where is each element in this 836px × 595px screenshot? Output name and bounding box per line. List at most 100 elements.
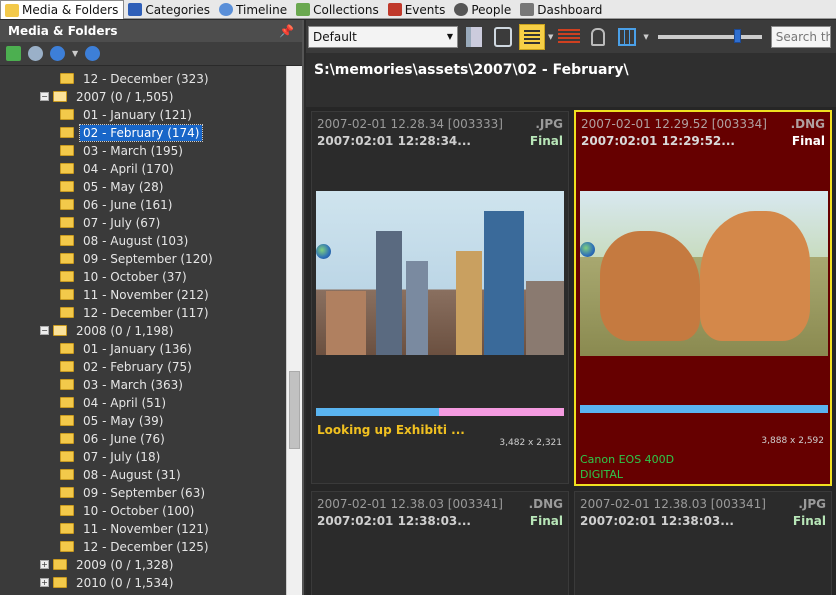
folder-icon (60, 73, 74, 84)
scrollbar-thumb[interactable] (289, 371, 300, 449)
photo-thumbnail[interactable] (316, 191, 564, 355)
folder-panel: Media & Folders 📌 ▼ 12 - December (323) −… (0, 20, 304, 595)
folder-icon (60, 415, 74, 426)
media-card[interactable]: 2007-02-01 12.28.34 [003333] .JPG 2007:0… (311, 111, 569, 484)
tab-categories[interactable]: Categories (124, 0, 215, 19)
tab-media-folders[interactable]: Media & Folders (0, 0, 125, 19)
capture-date: 2007:02:01 12:38:03... (580, 514, 734, 528)
tree-month-node[interactable]: 08 - August (103) (60, 232, 191, 249)
add-folder-icon[interactable] (6, 46, 21, 61)
chevron-down-icon[interactable]: ▼ (643, 33, 648, 41)
compare-button[interactable] (490, 24, 516, 50)
tree-node-label: 08 - August (31) (83, 467, 181, 482)
tree-month-node[interactable]: 06 - June (76) (60, 430, 168, 447)
tree-month-node[interactable]: 02 - February (75) (60, 358, 195, 375)
tree-month-node[interactable]: 08 - August (31) (60, 466, 184, 483)
tree-year-node[interactable]: +2010 (0 / 1,534) (40, 574, 176, 591)
color-stripes-icon (558, 28, 581, 45)
back-arrow-icon[interactable] (50, 46, 65, 61)
folder-icon (60, 217, 74, 228)
grid-view-button[interactable] (614, 24, 640, 50)
details-view-button[interactable] (519, 23, 545, 50)
tree-month-node[interactable]: 07 - July (67) (60, 214, 163, 231)
tree-month-node[interactable]: 12 - December (117) (60, 304, 212, 321)
folder-icon (60, 109, 74, 120)
tree-month-node[interactable]: 05 - May (28) (60, 178, 166, 195)
capture-date: 2007:02:01 12:28:34... (317, 134, 471, 148)
tree-scrollbar[interactable] (286, 66, 302, 595)
file-name: 2007-02-01 12.29.52 [003334] (581, 117, 767, 131)
tree-month-node[interactable]: 03 - March (363) (60, 376, 186, 393)
tree-month-node[interactable]: 06 - June (161) (60, 196, 175, 213)
tree-month-node[interactable]: 09 - September (120) (60, 250, 216, 267)
search-input[interactable]: Search the (770, 25, 831, 48)
tree-month-node[interactable]: 10 - October (100) (60, 502, 197, 519)
sort-select[interactable]: Default ▼ (308, 25, 458, 48)
tree-year-node[interactable]: − 2007 (0 / 1,505) (40, 88, 176, 105)
tree-month-node[interactable]: 04 - April (170) (60, 160, 177, 177)
forward-arrow-icon[interactable] (85, 46, 101, 61)
tree-month-node[interactable]: 03 - March (195) (60, 142, 186, 159)
list-lines-icon (524, 29, 540, 44)
status-label: Final (529, 134, 563, 148)
pin-icon[interactable]: 📌 (279, 24, 294, 38)
folder-icon (60, 505, 74, 516)
tree-year-node[interactable]: − 2008 (0 / 1,198) (40, 322, 176, 339)
tree-month-node[interactable]: 12 - December (125) (60, 538, 212, 555)
tree-month-node[interactable]: 05 - May (39) (60, 412, 166, 429)
file-extension: .JPG (798, 497, 826, 511)
tree-node-label: 02 - February (174) (78, 123, 204, 142)
tree-month-node[interactable]: 11 - November (212) (60, 286, 212, 303)
sort-icon (466, 26, 482, 47)
tree-node-label: 12 - December (125) (83, 539, 209, 554)
dropdown-arrow-icon[interactable]: ▼ (72, 49, 78, 58)
collapse-icon[interactable]: − (40, 326, 49, 335)
tree-month-node[interactable]: 11 - November (121) (60, 520, 212, 537)
settings-gear-icon[interactable] (28, 46, 43, 61)
tab-collections[interactable]: Collections (292, 0, 384, 19)
slider-knob[interactable] (733, 28, 741, 43)
photo-thumbnail[interactable] (580, 191, 828, 356)
geotag-icon (316, 244, 331, 259)
media-card[interactable]: 2007-02-01 12.38.03 [003341] .DNG 2007:0… (311, 491, 569, 595)
tree-month-node[interactable]: 02 - February (174) (60, 123, 204, 142)
chevron-down-icon[interactable]: ▼ (548, 33, 553, 41)
tree-month-node[interactable]: 07 - July (18) (60, 448, 163, 465)
folder-tree: 12 - December (323) − 2007 (0 / 1,505) 01 -… (0, 66, 286, 595)
expand-icon[interactable]: + (40, 560, 49, 569)
tree-month-node[interactable]: 09 - September (63) (60, 484, 208, 501)
tab-people[interactable]: People (450, 0, 516, 19)
folder-icon (60, 307, 74, 318)
tree-node-label: 10 - October (37) (83, 269, 187, 284)
media-card[interactable]: 2007-02-01 12.38.03 [003341] .JPG 2007:0… (574, 491, 832, 595)
file-extension: .JPG (535, 117, 563, 131)
capture-date: 2007:02:01 12:38:03... (317, 514, 471, 528)
tree-month-node[interactable]: 04 - April (51) (60, 394, 169, 411)
folder-icon (60, 145, 74, 156)
tab-events[interactable]: Events (384, 0, 451, 19)
status-label: Final (791, 134, 825, 148)
folder-icon (60, 397, 74, 408)
grid-icon (618, 27, 637, 46)
collapse-icon[interactable]: − (40, 92, 49, 101)
image-dimensions: 3,482 x 2,321 (499, 438, 562, 448)
tree-node-label: 05 - May (28) (83, 179, 164, 194)
folder-icon (60, 181, 74, 192)
building (406, 261, 428, 355)
color-labels-button[interactable] (556, 24, 582, 50)
tab-dashboard[interactable]: Dashboard (516, 0, 607, 19)
tab-timeline[interactable]: Timeline (215, 0, 292, 19)
expand-icon[interactable]: + (40, 578, 49, 587)
tree-month-node[interactable]: 01 - January (121) (60, 106, 195, 123)
tree-month-node[interactable]: 01 - January (136) (60, 340, 195, 357)
lock-button[interactable] (585, 24, 611, 50)
tree-year-node[interactable]: +2009 (0 / 1,328) (40, 556, 176, 573)
sort-order-button[interactable] (461, 24, 487, 50)
panel-header: Media & Folders 📌 (0, 20, 302, 42)
thumbnail-grid: 2007-02-01 12.28.34 [003333] .JPG 2007:0… (306, 107, 836, 595)
tree-month-node[interactable]: 12 - December (323) (60, 70, 212, 87)
thumbnail-size-slider[interactable] (657, 28, 762, 43)
tree-node-label: 07 - July (67) (83, 215, 161, 230)
tree-month-node[interactable]: 10 - October (37) (60, 268, 190, 285)
media-card-selected[interactable]: 2007-02-01 12.29.52 [003334] .DNG 2007:0… (574, 110, 832, 486)
